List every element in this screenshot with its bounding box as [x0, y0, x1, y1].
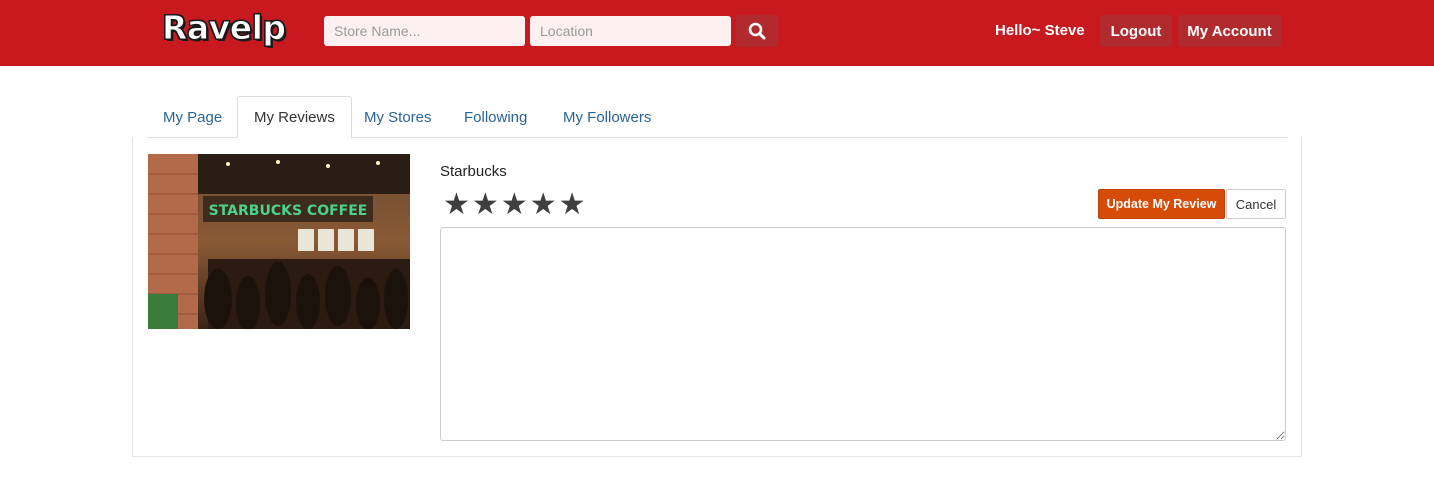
top-navbar: Ravelp Hello~ Steve Logout My Account: [0, 0, 1434, 66]
ravelp-logo[interactable]: Ravelp: [162, 6, 290, 58]
store-photo-image: STARBUCKS COFFEE: [148, 154, 410, 329]
logo-text: Ravelp: [162, 8, 287, 48]
user-greeting: Hello~ Steve: [995, 22, 1085, 39]
profile-tabs: My Page My Reviews My Stores Following M…: [147, 96, 1287, 139]
star-icon[interactable]: ★: [501, 189, 528, 221]
logout-button[interactable]: Logout: [1100, 15, 1172, 47]
update-review-button[interactable]: Update My Review: [1098, 189, 1225, 219]
tab-my-reviews[interactable]: My Reviews: [237, 96, 352, 139]
star-icon[interactable]: ★: [472, 189, 499, 221]
star-icon[interactable]: ★: [443, 189, 470, 221]
location-input[interactable]: [530, 16, 731, 46]
star-rating[interactable]: ★ ★ ★ ★ ★: [443, 189, 586, 221]
star-icon[interactable]: ★: [559, 189, 586, 221]
search-button[interactable]: [736, 15, 778, 47]
tab-my-page[interactable]: My Page: [147, 96, 238, 138]
tab-my-followers[interactable]: My Followers: [547, 96, 667, 138]
store-name-input[interactable]: [324, 16, 525, 46]
star-icon[interactable]: ★: [530, 189, 557, 221]
store-photo: STARBUCKS COFFEE: [148, 154, 410, 329]
photo-sign-text: STARBUCKS COFFEE: [209, 203, 368, 219]
tab-following[interactable]: Following: [448, 96, 543, 138]
my-account-button[interactable]: My Account: [1178, 15, 1281, 47]
cancel-button[interactable]: Cancel: [1226, 189, 1286, 219]
search-icon: [748, 22, 766, 40]
tab-my-stores[interactable]: My Stores: [348, 96, 448, 138]
store-name[interactable]: Starbucks: [440, 163, 507, 180]
review-textarea[interactable]: [440, 227, 1286, 441]
